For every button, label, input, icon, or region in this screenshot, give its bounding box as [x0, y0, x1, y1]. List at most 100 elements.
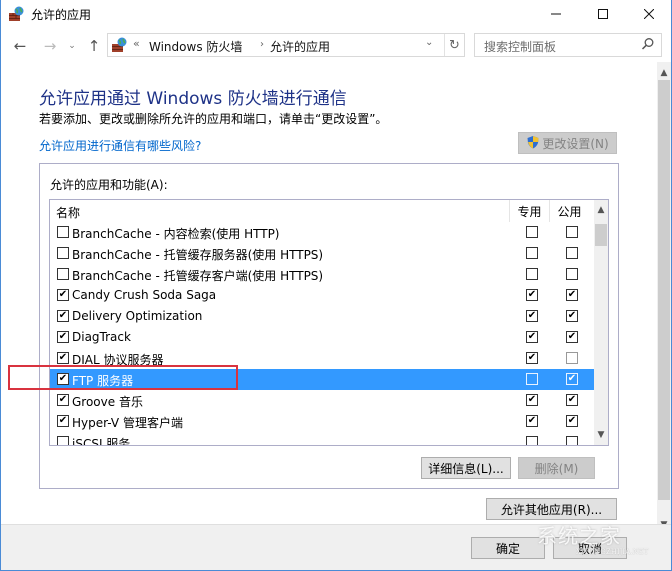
list-item[interactable]: BranchCache - 托管缓存服务器(使用 HTTPS): [50, 243, 594, 264]
public-checkbox[interactable]: [566, 226, 578, 238]
scroll-up-icon[interactable]: ▲: [657, 66, 671, 80]
minimize-button[interactable]: [533, 0, 579, 28]
public-checkbox[interactable]: ✔: [566, 415, 578, 427]
private-checkbox[interactable]: ✔: [526, 415, 538, 427]
enabled-checkbox[interactable]: ✔: [57, 373, 69, 385]
list-item[interactable]: iSCSI 服务: [50, 432, 594, 445]
enabled-checkbox[interactable]: ✔: [57, 415, 69, 427]
scroll-down-icon[interactable]: ▼: [594, 428, 608, 442]
enabled-checkbox[interactable]: ✔: [57, 310, 69, 322]
list-item[interactable]: ✔ Delivery Optimization ✔ ✔: [50, 306, 594, 327]
app-name: BranchCache - 托管缓存客户端(使用 HTTPS): [72, 269, 324, 283]
content-area: 允许应用通过 Windows 防火墙进行通信 若要添加、更改或删除所允许的应用和…: [1, 62, 657, 536]
recent-locations-button[interactable]: ⌄: [65, 36, 79, 56]
list-scrollbar[interactable]: ▲ ▼: [594, 200, 608, 445]
public-checkbox[interactable]: ✔: [566, 394, 578, 406]
enabled-checkbox[interactable]: ✔: [57, 394, 69, 406]
close-button[interactable]: [626, 0, 672, 28]
arrow-left-icon: ←: [13, 37, 27, 55]
maximize-button[interactable]: [580, 0, 626, 28]
ok-button[interactable]: 确定: [471, 537, 545, 559]
navigation-bar: ← → ⌄ ↑ « Windows 防火墙 › 允许的应用 ⌄ ↻ 搜索控制面板: [1, 30, 671, 62]
page-description: 若要添加、更改或删除所允许的应用和端口，请单击“更改设置”。: [39, 112, 388, 126]
public-checkbox[interactable]: [566, 268, 578, 280]
app-name: FTP 服务器: [72, 374, 134, 388]
arrow-up-icon: ↑: [87, 37, 101, 55]
list-item[interactable]: ✔ Candy Crush Soda Saga ✔ ✔: [50, 285, 594, 306]
forward-button[interactable]: →: [39, 36, 61, 56]
scrollbar-thumb[interactable]: [658, 80, 670, 500]
app-name: BranchCache - 内容检索(使用 HTTP): [72, 227, 280, 241]
private-checkbox[interactable]: ✔: [526, 310, 538, 322]
private-checkbox[interactable]: ✔: [526, 394, 538, 406]
remove-button[interactable]: 删除(M): [518, 457, 595, 479]
risk-info-link[interactable]: 允许应用进行通信有哪些风险?: [39, 137, 201, 154]
page-title: 允许应用通过 Windows 防火墙进行通信: [39, 89, 347, 109]
public-checkbox[interactable]: [566, 436, 578, 445]
back-button[interactable]: ←: [9, 36, 31, 56]
column-header-public[interactable]: 公用: [549, 200, 589, 222]
private-checkbox[interactable]: ✔: [526, 289, 538, 301]
column-header-name[interactable]: 名称: [56, 204, 80, 221]
address-dropdown-icon[interactable]: ⌄: [425, 37, 439, 48]
enabled-checkbox[interactable]: [57, 436, 69, 445]
public-checkbox[interactable]: ✔: [566, 289, 578, 301]
change-settings-button[interactable]: 更改设置(N): [518, 132, 617, 154]
enabled-checkbox[interactable]: ✔: [57, 289, 69, 301]
allowed-apps-label: 允许的应用和功能(A):: [50, 178, 168, 192]
enabled-checkbox[interactable]: [57, 268, 69, 280]
app-name: Candy Crush Soda Saga: [72, 288, 217, 302]
allowed-apps-group: 允许的应用和功能(A): 名称 专用 公用 BranchCache - 内容检索…: [39, 163, 619, 489]
private-checkbox[interactable]: ✔: [526, 331, 538, 343]
public-checkbox[interactable]: [566, 352, 578, 364]
uac-shield-icon: [526, 135, 540, 152]
allowed-apps-window: 允许的应用 ← → ⌄ ↑ « Windows 防火墙 › 允许的应用 ⌄ ↻ …: [0, 0, 672, 571]
list-item[interactable]: BranchCache - 内容检索(使用 HTTP): [50, 222, 594, 243]
public-checkbox[interactable]: [566, 247, 578, 259]
list-item[interactable]: ✔ FTP 服务器 ✔: [50, 369, 594, 390]
search-icon[interactable]: [641, 37, 655, 51]
private-checkbox[interactable]: [526, 247, 538, 259]
public-checkbox[interactable]: ✔: [566, 331, 578, 343]
list-item[interactable]: ✔ DiagTrack ✔ ✔: [50, 327, 594, 348]
enabled-checkbox[interactable]: [57, 247, 69, 259]
app-name: Groove 音乐: [72, 395, 143, 409]
app-name: Delivery Optimization: [72, 309, 203, 323]
private-checkbox[interactable]: [526, 226, 538, 238]
breadcrumb-overflow-icon[interactable]: «: [133, 37, 140, 50]
enabled-checkbox[interactable]: ✔: [57, 352, 69, 364]
list-item[interactable]: ✔ Groove 音乐 ✔ ✔: [50, 390, 594, 411]
scroll-up-icon[interactable]: ▲: [594, 203, 608, 217]
refresh-icon: ↻: [449, 37, 460, 53]
breadcrumb-windows-firewall[interactable]: Windows 防火墙: [149, 38, 242, 55]
search-input[interactable]: 搜索控制面板: [474, 33, 662, 57]
list-item[interactable]: ✔ Hyper-V 管理客户端 ✔ ✔: [50, 411, 594, 432]
breadcrumb-allowed-apps[interactable]: 允许的应用: [270, 38, 330, 55]
allow-other-app-button[interactable]: 允许其他应用(R)...: [486, 498, 617, 520]
window-title: 允许的应用: [31, 8, 92, 22]
details-button[interactable]: 详细信息(L)...: [421, 457, 511, 479]
address-bar[interactable]: « Windows 防火墙 › 允许的应用 ⌄ ↻: [107, 33, 465, 57]
list-rows: BranchCache - 内容检索(使用 HTTP) BranchCache -…: [50, 222, 594, 445]
public-checkbox[interactable]: ✔: [566, 310, 578, 322]
list-header: 名称 专用 公用: [50, 200, 594, 222]
private-checkbox[interactable]: [526, 268, 538, 280]
allowed-apps-list: 名称 专用 公用 BranchCache - 内容检索(使用 HTTP) Bran…: [49, 199, 609, 446]
public-checkbox[interactable]: ✔: [566, 373, 578, 385]
list-item[interactable]: BranchCache - 托管缓存客户端(使用 HTTPS): [50, 264, 594, 285]
up-button[interactable]: ↑: [85, 36, 103, 56]
column-header-private[interactable]: 专用: [509, 200, 549, 222]
private-checkbox[interactable]: [526, 436, 538, 445]
list-item[interactable]: ✔ DIAL 协议服务器 ✔: [50, 348, 594, 369]
breadcrumb-separator-icon[interactable]: ›: [260, 39, 264, 50]
private-checkbox[interactable]: [526, 373, 538, 385]
app-name: Hyper-V 管理客户端: [72, 416, 183, 430]
enabled-checkbox[interactable]: ✔: [57, 331, 69, 343]
enabled-checkbox[interactable]: [57, 226, 69, 238]
refresh-button[interactable]: ↻: [444, 34, 464, 56]
cancel-button[interactable]: 取消: [553, 537, 627, 559]
private-checkbox[interactable]: ✔: [526, 352, 538, 364]
app-name: DIAL 协议服务器: [72, 353, 164, 367]
scrollbar-thumb[interactable]: [595, 224, 607, 246]
window-scrollbar[interactable]: ▲ ▼: [657, 62, 671, 536]
